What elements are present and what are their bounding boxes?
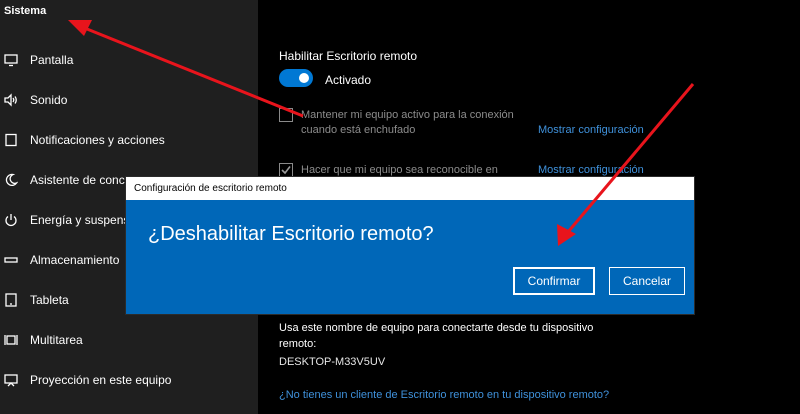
sidebar-item-multitarea[interactable]: Multitarea — [0, 322, 258, 358]
sidebar-item-label: Energía y suspensió — [30, 213, 139, 227]
sidebar-item-label: Notificaciones y acciones — [30, 133, 165, 147]
pc-name-info-line2: remoto: — [279, 338, 317, 350]
sidebar-item-notificaciones[interactable]: Notificaciones y acciones — [0, 122, 258, 158]
pc-name-info-line1: Usa este nombre de equipo para conectart… — [279, 322, 594, 334]
dialog-title: Configuración de escritorio remoto — [134, 183, 287, 194]
sidebar-item-label: Tableta — [30, 293, 69, 307]
sidebar-item-label: Almacenamiento — [30, 253, 120, 267]
storage-icon — [4, 253, 18, 267]
speaker-icon — [4, 93, 18, 107]
pc-name-info: Usa este nombre de equipo para conectart… — [279, 320, 679, 352]
multitask-icon — [4, 333, 18, 347]
checkmark-icon — [281, 166, 291, 175]
cancel-button[interactable]: Cancelar — [609, 267, 685, 295]
dialog-question: ¿Deshabilitar Escritorio remoto? — [148, 223, 434, 245]
projection-icon — [4, 373, 18, 387]
notification-icon — [4, 133, 18, 147]
sidebar-item-label: Proyección en este equipo — [30, 373, 172, 387]
no-client-link[interactable]: ¿No tienes un cliente de Escritorio remo… — [279, 389, 609, 401]
confirm-dialog: Configuración de escritorio remoto ¿Desh… — [126, 177, 694, 314]
sidebar-item-pantalla[interactable]: Pantalla — [0, 42, 258, 78]
dialog-titlebar: Configuración de escritorio remoto — [126, 177, 694, 200]
moon-icon — [4, 173, 18, 187]
show-settings-link-2[interactable]: Mostrar configuración — [538, 164, 644, 176]
sidebar-item-label: Multitarea — [30, 333, 83, 347]
toggle-knob — [299, 73, 309, 83]
sidebar-item-proyeccion[interactable]: Proyección en este equipo — [0, 362, 258, 398]
tablet-icon — [4, 293, 18, 307]
toggle-label: Activado — [325, 73, 372, 87]
sidebar-item-label: Sonido — [30, 93, 68, 107]
sidebar-title: Sistema — [4, 5, 47, 17]
keep-awake-label-line2: cuando está enchufado — [301, 124, 416, 136]
keep-awake-label: Mantener mi equipo activo para la conexi… — [301, 108, 514, 138]
sidebar-item-label: Pantalla — [30, 53, 74, 67]
pc-name-value: DESKTOP-M33V5UV — [279, 356, 386, 368]
section-title: Habilitar Escritorio remoto — [279, 49, 418, 63]
remote-desktop-toggle[interactable] — [279, 69, 313, 87]
sidebar-item-sonido[interactable]: Sonido — [0, 82, 258, 118]
power-icon — [4, 213, 18, 227]
keep-awake-checkbox[interactable] — [279, 108, 293, 122]
discoverable-checkbox[interactable] — [279, 163, 293, 177]
confirm-button[interactable]: Confirmar — [513, 267, 595, 295]
show-settings-link-1[interactable]: Mostrar configuración — [538, 124, 644, 136]
discoverable-label: Hacer que mi equipo sea reconocible en — [301, 164, 498, 176]
monitor-icon — [4, 53, 18, 67]
sidebar-item-label: Asistente de conce — [30, 173, 132, 187]
keep-awake-label-line1: Mantener mi equipo activo para la conexi… — [301, 109, 514, 121]
